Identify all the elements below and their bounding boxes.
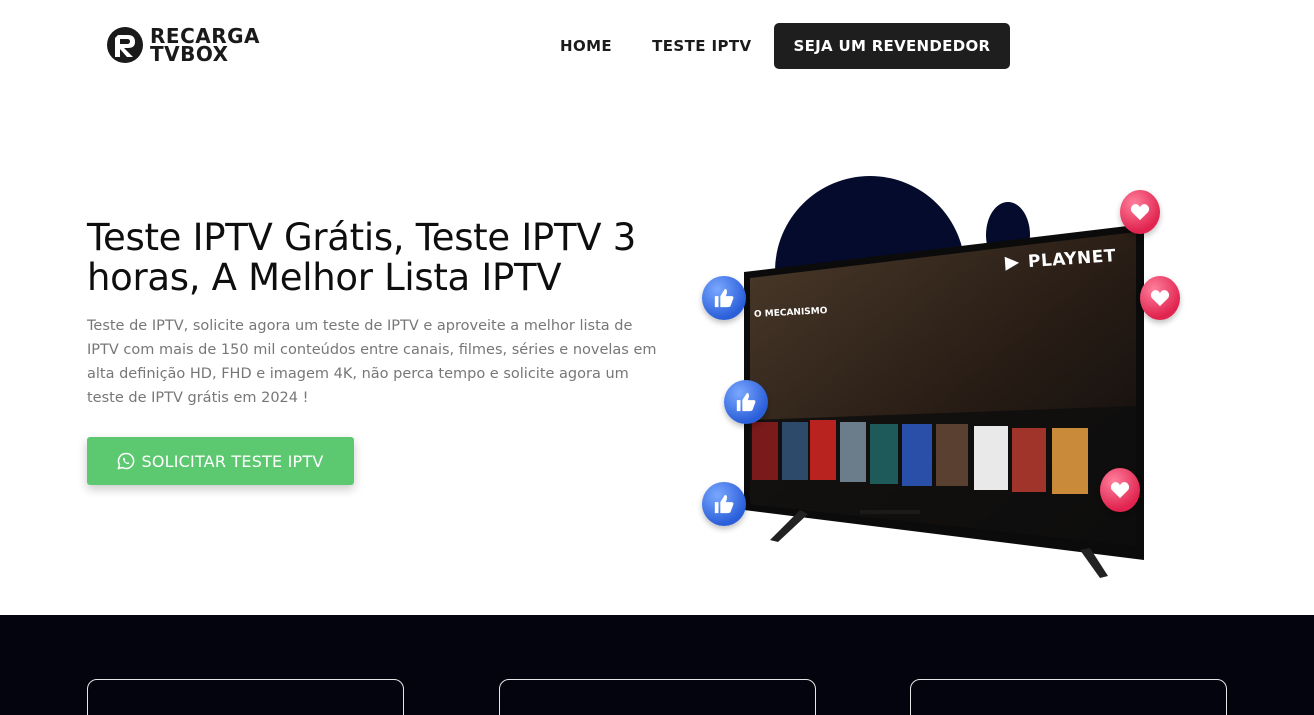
- poster-10: [1052, 428, 1088, 494]
- thumbs-up-icon: [724, 380, 768, 424]
- feature-card-2: [499, 679, 816, 715]
- poster-2: [782, 422, 808, 480]
- poster-5: [870, 424, 898, 484]
- request-trial-label: SOLICITAR TESTE IPTV: [141, 451, 324, 471]
- brand-name: RECARGA TVBOX: [150, 26, 260, 66]
- poster-9: [1012, 428, 1046, 492]
- request-trial-button[interactable]: SOLICITAR TESTE IPTV: [87, 437, 354, 485]
- feature-card-3: [910, 679, 1227, 715]
- feature-card-1: [87, 679, 404, 715]
- poster-8: [974, 426, 1008, 490]
- brand-line-2: TVBOX: [150, 42, 229, 66]
- site-header: RECARGA TVBOX HOME TESTE IPTV SEJA UM RE…: [0, 0, 1314, 92]
- hero-title: Teste IPTV Grátis, Teste IPTV 3 horas, A…: [87, 216, 636, 299]
- whatsapp-icon: [117, 452, 135, 470]
- hero-description: Teste de IPTV, solicite agora um teste d…: [87, 318, 657, 406]
- poster-1: [752, 422, 778, 480]
- heart-icon: [1100, 468, 1140, 512]
- thumbs-up-icon: [702, 276, 746, 320]
- poster-3: [810, 420, 836, 480]
- nav-home[interactable]: HOME: [540, 25, 632, 67]
- poster-4: [840, 422, 866, 482]
- main-nav: HOME TESTE IPTV SEJA UM REVENDEDOR: [540, 23, 1011, 69]
- thumbs-up-icon: [702, 482, 746, 526]
- poster-7: [936, 424, 968, 486]
- play-icon: [1004, 256, 1020, 271]
- tv-illustration: PLAYNET O MECANISMO: [690, 170, 1210, 590]
- heart-icon: [1120, 190, 1160, 234]
- brand-logo[interactable]: RECARGA TVBOX: [106, 26, 260, 64]
- heart-icon: [1140, 276, 1180, 320]
- recarga-logo-icon: [107, 27, 143, 63]
- nav-teste-iptv[interactable]: TESTE IPTV: [632, 25, 771, 67]
- reseller-button[interactable]: SEJA UM REVENDEDOR: [773, 23, 1011, 69]
- poster-6: [902, 424, 932, 486]
